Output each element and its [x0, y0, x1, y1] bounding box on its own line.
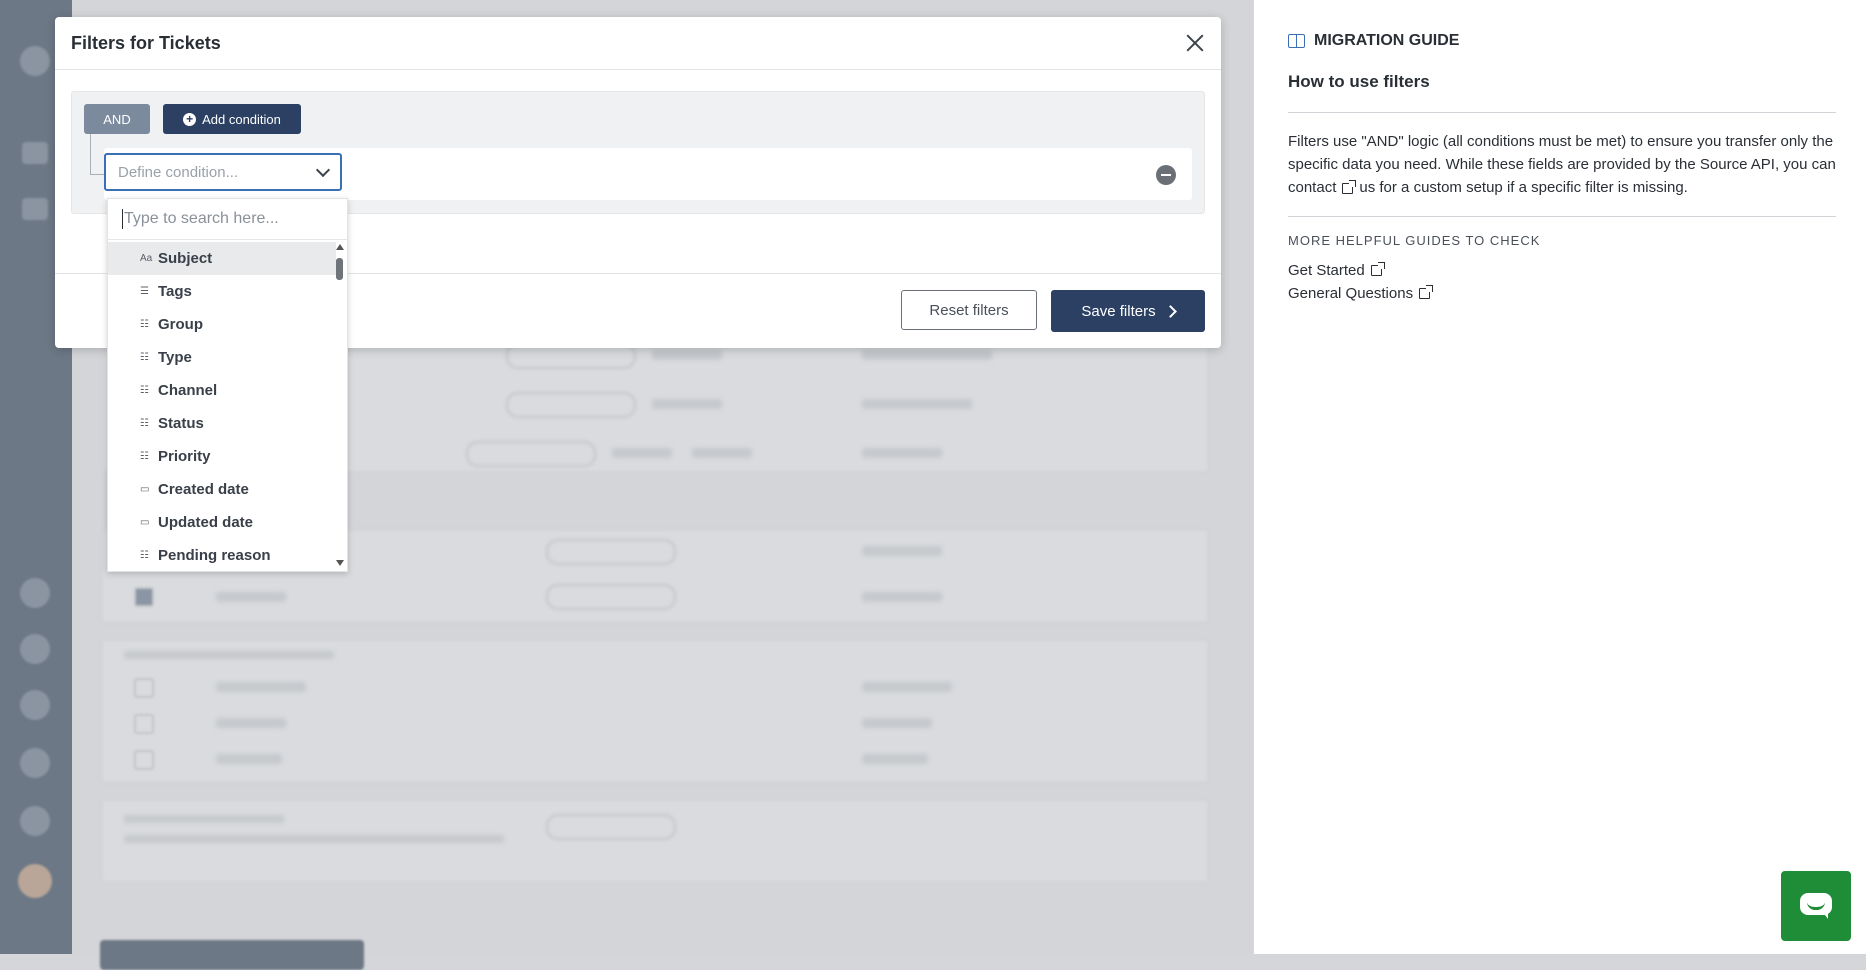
dropdown-item-label: Pending reason	[158, 547, 271, 564]
nav-icon	[22, 142, 48, 164]
list-icon: ☰	[140, 286, 149, 297]
scroll-down-arrow-icon[interactable]	[336, 560, 344, 566]
close-icon[interactable]	[1183, 31, 1207, 55]
external-link-icon	[1419, 285, 1434, 299]
condition-dropdown: Aa Subject ☰ Tags ☷ Group ☷ Type ☷ Chann…	[107, 198, 348, 572]
dropdown-item-label: Status	[158, 415, 204, 432]
dropdown-item-type[interactable]: ☷ Type	[108, 341, 336, 374]
guide-text-part2: us for a custom setup if a specific filt…	[1359, 179, 1688, 196]
external-link-icon	[1342, 179, 1357, 194]
save-filters-label: Save filters	[1081, 302, 1156, 320]
calendar-icon: ▭	[140, 517, 150, 528]
calendar-icon: ▭	[140, 484, 150, 495]
dropdown-item-channel[interactable]: ☷ Channel	[108, 374, 336, 407]
save-filters-button[interactable]: Save filters	[1051, 290, 1205, 332]
logic-and-button[interactable]: AND	[84, 104, 150, 134]
guide-heading: MIGRATION GUIDE	[1314, 32, 1460, 49]
select-list-icon: ☷	[140, 352, 149, 363]
book-icon	[1288, 34, 1306, 48]
add-condition-button[interactable]: + Add condition	[163, 104, 301, 134]
dropdown-item-label: Tags	[158, 283, 192, 300]
select-list-icon: ☷	[140, 451, 149, 462]
filter-group: AND + Add condition Define condition...	[71, 91, 1205, 214]
contact-link[interactable]: contact	[1288, 179, 1359, 196]
dropdown-item-group[interactable]: ☷ Group	[108, 308, 336, 341]
chevron-down-icon	[315, 162, 331, 178]
get-started-label: Get Started	[1288, 262, 1365, 279]
dropdown-list: Aa Subject ☰ Tags ☷ Group ☷ Type ☷ Chann…	[108, 242, 336, 572]
remove-condition-icon[interactable]	[1156, 165, 1176, 185]
reset-filters-button[interactable]: Reset filters	[901, 290, 1037, 330]
migration-guide-panel: MIGRATION GUIDE How to use filters Filte…	[1253, 0, 1866, 954]
dropdown-item-tags[interactable]: ☰ Tags	[108, 275, 336, 308]
dropdown-item-updated-date[interactable]: ▭ Updated date	[108, 506, 336, 539]
chevron-right-icon	[1163, 304, 1177, 318]
chat-bubble-tail	[1822, 911, 1828, 919]
divider	[1288, 216, 1836, 217]
nav-icon	[20, 748, 50, 778]
external-link-icon	[1370, 262, 1385, 276]
modal-header: Filters for Tickets	[55, 17, 1221, 70]
avatar	[18, 864, 52, 898]
chat-widget-button[interactable]	[1781, 871, 1851, 941]
nav-icon	[20, 634, 50, 664]
text-field-icon: Aa	[140, 253, 153, 264]
background-button	[100, 940, 364, 970]
condition-select[interactable]: Define condition...	[104, 153, 342, 191]
get-started-link[interactable]: Get Started	[1288, 262, 1388, 279]
dropdown-item-label: Priority	[158, 448, 211, 465]
nav-icon	[20, 806, 50, 836]
dropdown-item-status[interactable]: ☷ Status	[108, 407, 336, 440]
dropdown-item-label: Created date	[158, 481, 249, 498]
dropdown-item-created-date[interactable]: ▭ Created date	[108, 473, 336, 506]
nav-icon	[22, 198, 48, 220]
add-condition-label: Add condition	[202, 111, 281, 127]
condition-row: Define condition...	[104, 148, 1192, 200]
plus-circle-icon: +	[183, 112, 197, 126]
general-questions-link[interactable]: General Questions	[1288, 285, 1436, 302]
general-questions-label: General Questions	[1288, 285, 1414, 302]
scroll-up-arrow-icon[interactable]	[336, 244, 344, 250]
logo-icon	[20, 46, 50, 76]
dropdown-item-subject[interactable]: Aa Subject	[108, 242, 336, 275]
contact-link-label: contact	[1288, 179, 1337, 196]
tree-connector	[90, 134, 105, 175]
dropdown-search-input[interactable]	[122, 207, 336, 231]
dropdown-item-pending-reason[interactable]: ☷ Pending reason	[108, 539, 336, 572]
select-list-icon: ☷	[140, 385, 149, 396]
dropdown-item-label: Subject	[158, 250, 213, 267]
dropdown-item-label: Updated date	[158, 514, 254, 531]
dropdown-item-label: Type	[158, 349, 192, 366]
select-list-icon: ☷	[140, 550, 149, 561]
modal-title: Filters for Tickets	[71, 33, 221, 53]
dropdown-item-label: Group	[158, 316, 203, 333]
condition-placeholder: Define condition...	[118, 164, 239, 181]
guide-header: MIGRATION GUIDE	[1288, 32, 1459, 50]
dropdown-item-label: Channel	[158, 382, 218, 399]
scroll-thumb[interactable]	[336, 258, 343, 280]
select-list-icon: ☷	[140, 319, 149, 330]
nav-icon	[20, 690, 50, 720]
guide-text-part1: Filters use "AND" logic (all conditions …	[1288, 133, 1836, 173]
dropdown-search	[108, 199, 347, 240]
dropdown-scrollbar[interactable]	[334, 242, 346, 570]
nav-icon	[20, 578, 50, 608]
guide-subheading: How to use filters	[1288, 72, 1430, 91]
select-list-icon: ☷	[140, 418, 149, 429]
divider	[1288, 112, 1836, 113]
dropdown-item-priority[interactable]: ☷ Priority	[108, 440, 336, 473]
more-guides-heading: MORE HELPFUL GUIDES TO CHECK	[1288, 233, 1541, 248]
guide-paragraph: Filters use "AND" logic (all conditions …	[1288, 130, 1840, 199]
